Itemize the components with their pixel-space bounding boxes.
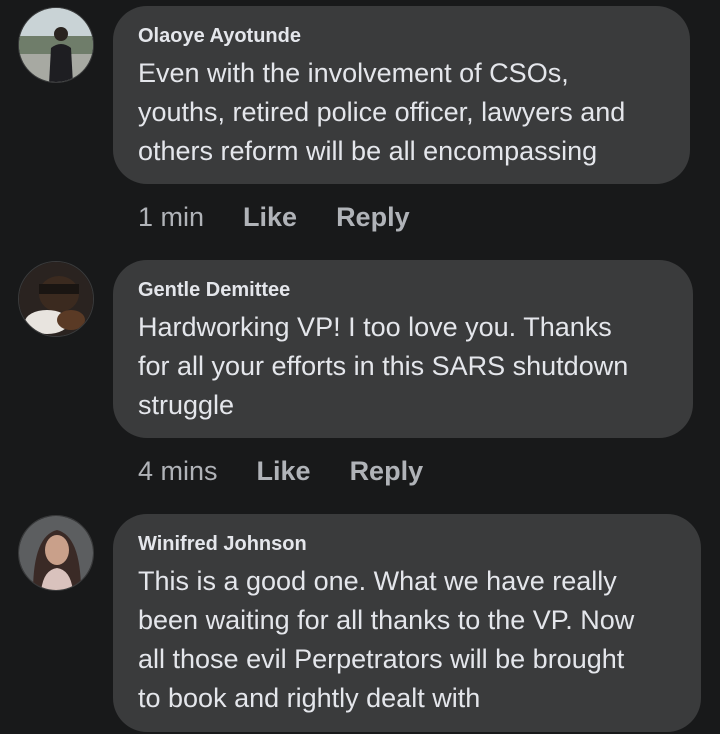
comment-text-line: all those evil Perpetrators will be brou… [138,644,625,674]
comment-author[interactable]: Winifred Johnson [138,532,677,556]
reply-button[interactable]: Reply [336,202,410,233]
comment-author[interactable]: Olaoye Ayotunde [138,24,666,48]
comment-actions: 1 min Like Reply [138,197,449,237]
like-button[interactable]: Like [243,202,297,233]
comment-text-line: Hardworking VP! I too love you. Thanks [138,312,612,342]
comment-timestamp: 4 mins [138,455,218,486]
comment-text-line: been waiting for all thanks to the VP. N… [138,605,635,635]
comment-bubble: Gentle Demittee Hardworking VP! I too lo… [113,260,693,438]
avatar[interactable] [18,515,94,591]
comment-bubble: Winifred Johnson This is a good one. Wha… [113,514,701,732]
comment-bubble: Olaoye Ayotunde Even with the involvemen… [113,6,690,184]
comment-timestamp: 1 min [138,201,205,232]
avatar[interactable] [18,7,94,83]
comment-text-line: to book and rightly dealt with [138,683,481,713]
comment-actions: 4 mins Like Reply [138,451,462,491]
like-button[interactable]: Like [257,456,311,487]
reply-button[interactable]: Reply [350,456,424,487]
comment-text-line: This is a good one. What we have really [138,566,617,596]
comment-text-line: youths, retired police officer, lawyers … [138,97,626,127]
comment-text-line: for all your efforts in this SARS shutdo… [138,351,629,381]
avatar[interactable] [18,261,94,337]
comment-text-line: Even with the involvement of CSOs, [138,58,569,88]
comment-text-line: struggle [138,390,235,420]
comment-author[interactable]: Gentle Demittee [138,278,669,302]
comment-text-line: others reform will be all encompassing [138,136,598,166]
